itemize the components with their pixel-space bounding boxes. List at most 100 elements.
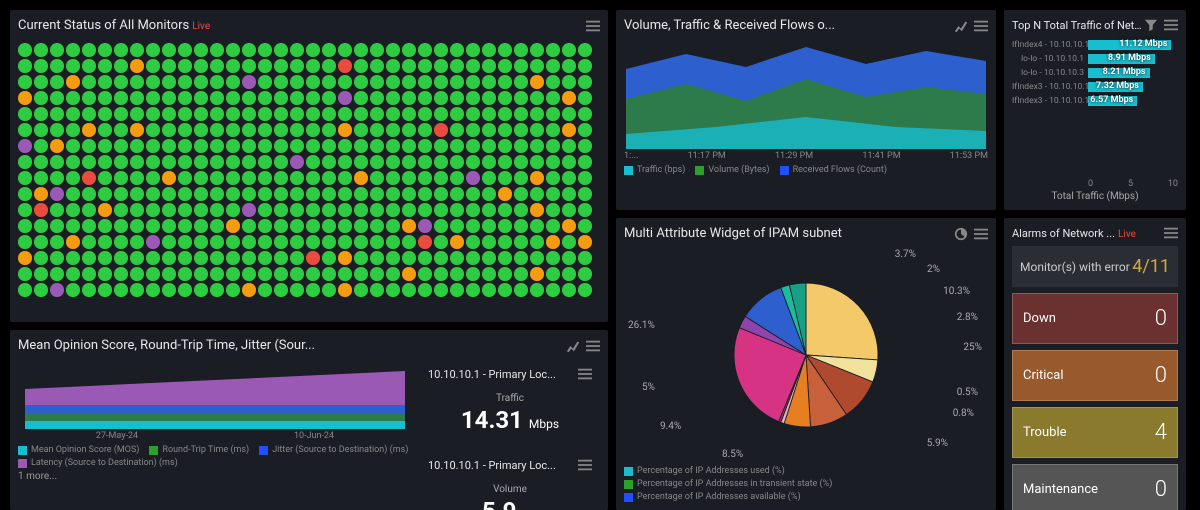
monitor-dot[interactable] [402,139,416,153]
menu-icon[interactable] [1164,226,1178,240]
monitor-dot[interactable] [562,59,576,73]
monitor-dot[interactable] [98,171,112,185]
monitor-dot[interactable] [370,59,384,73]
monitor-dot[interactable] [578,187,592,201]
monitor-dot[interactable] [34,91,48,105]
monitor-dot[interactable] [450,171,464,185]
monitor-dot[interactable] [498,43,512,57]
monitor-dot[interactable] [498,219,512,233]
monitor-dot[interactable] [434,75,448,89]
monitor-dot[interactable] [34,203,48,217]
monitor-dot[interactable] [82,203,96,217]
monitor-dot[interactable] [146,43,160,57]
monitor-dot[interactable] [242,251,256,265]
monitor-dot[interactable] [82,43,96,57]
monitor-dot[interactable] [466,43,480,57]
monitor-dot[interactable] [82,235,96,249]
monitor-dot[interactable] [226,75,240,89]
monitor-dot[interactable] [50,107,64,121]
monitor-dot[interactable] [274,107,288,121]
monitor-dot[interactable] [322,203,336,217]
monitor-dot[interactable] [274,75,288,89]
monitor-dot[interactable] [514,139,528,153]
monitor-dot[interactable] [258,59,272,73]
monitor-dot[interactable] [226,219,240,233]
monitor-dot[interactable] [370,155,384,169]
monitor-dot[interactable] [274,203,288,217]
monitor-dot[interactable] [34,123,48,137]
monitor-dot[interactable] [546,251,560,265]
monitor-dot[interactable] [130,235,144,249]
monitor-dot[interactable] [418,43,432,57]
monitor-dot[interactable] [450,75,464,89]
monitor-dot[interactable] [290,107,304,121]
monitor-dot[interactable] [162,235,176,249]
monitor-dot[interactable] [562,107,576,121]
monitor-dot[interactable] [354,139,368,153]
monitor-dot[interactable] [82,123,96,137]
monitor-dot[interactable] [354,203,368,217]
monitor-dot[interactable] [114,155,128,169]
monitor-dot[interactable] [466,219,480,233]
monitor-dot[interactable] [98,203,112,217]
monitor-dot[interactable] [194,123,208,137]
monitor-dot[interactable] [66,107,80,121]
monitor-dot[interactable] [290,267,304,281]
monitor-dot[interactable] [498,235,512,249]
monitor-dot[interactable] [338,267,352,281]
monitor-dot[interactable] [18,219,32,233]
monitor-dot[interactable] [338,203,352,217]
menu-icon[interactable] [974,19,988,33]
monitor-dot[interactable] [82,251,96,265]
monitor-dot[interactable] [306,123,320,137]
monitor-dot[interactable] [274,251,288,265]
monitor-dot[interactable] [386,107,400,121]
monitor-dot[interactable] [402,155,416,169]
monitor-dot[interactable] [450,107,464,121]
monitor-dot[interactable] [530,219,544,233]
monitor-dot[interactable] [530,59,544,73]
monitor-dot[interactable] [146,139,160,153]
monitor-dot[interactable] [18,123,32,137]
monitor-dot[interactable] [274,139,288,153]
monitor-dot[interactable] [194,219,208,233]
menu-icon[interactable] [578,458,592,472]
monitor-dot[interactable] [562,235,576,249]
monitor-dot[interactable] [466,203,480,217]
monitor-dot[interactable] [258,155,272,169]
monitor-dot[interactable] [482,267,496,281]
monitor-dot[interactable] [402,267,416,281]
monitor-dot[interactable] [370,283,384,297]
monitor-dot[interactable] [338,283,352,297]
monitor-dot[interactable] [450,267,464,281]
monitor-dot[interactable] [162,267,176,281]
monitor-dot[interactable] [306,283,320,297]
monitor-dot[interactable] [498,139,512,153]
monitor-dot[interactable] [162,171,176,185]
monitor-dot[interactable] [450,187,464,201]
monitor-dot[interactable] [274,219,288,233]
monitor-dot[interactable] [178,203,192,217]
monitor-dot[interactable] [514,267,528,281]
monitor-dot[interactable] [114,251,128,265]
monitor-dot[interactable] [306,59,320,73]
monitor-dot[interactable] [322,235,336,249]
monitor-dot[interactable] [18,187,32,201]
monitor-dot[interactable] [482,59,496,73]
monitor-dot[interactable] [194,187,208,201]
monitor-dot[interactable] [306,187,320,201]
monitor-dot[interactable] [290,187,304,201]
monitor-dot[interactable] [18,283,32,297]
monitor-dot[interactable] [546,267,560,281]
monitor-dot[interactable] [146,219,160,233]
monitor-dot[interactable] [242,171,256,185]
monitor-dot[interactable] [562,203,576,217]
monitor-dot[interactable] [114,267,128,281]
monitor-dot[interactable] [194,155,208,169]
monitor-dot[interactable] [434,235,448,249]
monitor-dot[interactable] [18,75,32,89]
monitor-dot[interactable] [18,43,32,57]
monitor-dot[interactable] [354,107,368,121]
monitor-dot[interactable] [50,203,64,217]
chart-icon[interactable] [954,19,968,33]
